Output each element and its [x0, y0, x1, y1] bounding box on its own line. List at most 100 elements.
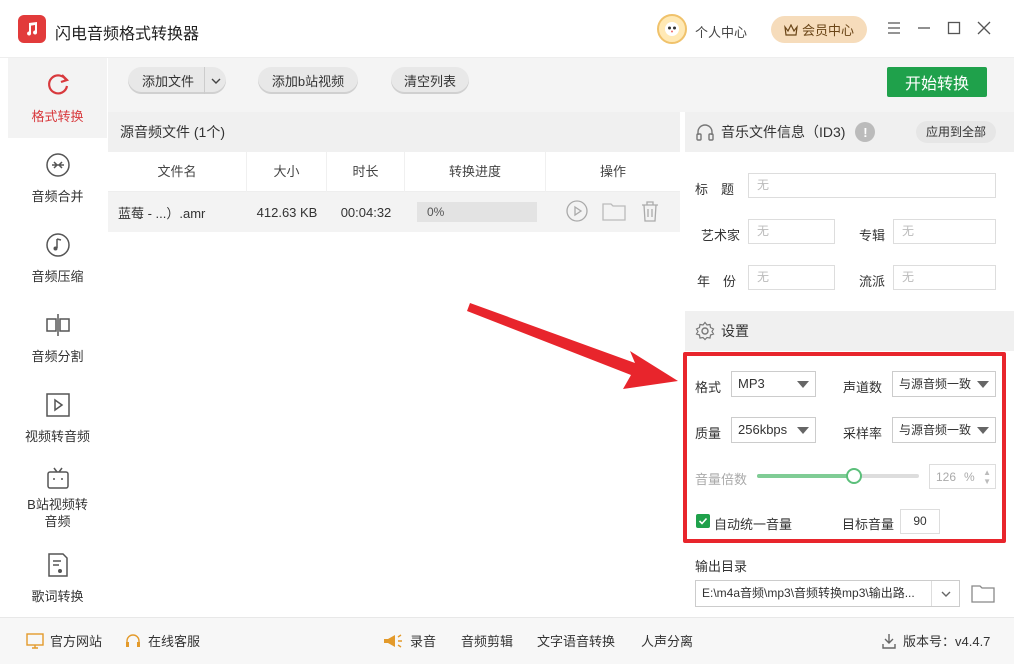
clear-list-button[interactable]: 清空列表	[391, 67, 469, 94]
sidebar-item-label: 音频分割	[31, 348, 84, 364]
lyrics-doc-icon	[45, 552, 71, 578]
sidebar-item-compress[interactable]: 音频压缩	[8, 218, 107, 298]
website-link[interactable]: 官方网站	[26, 631, 102, 650]
output-dir-select[interactable]: E:\m4a音频\mp3\音频转换mp3\输出路...	[695, 580, 960, 607]
output-dir-label: 输出目录	[695, 559, 748, 574]
record-label: 录音	[410, 634, 437, 649]
album-label: 专辑	[859, 228, 886, 243]
record-link[interactable]: 录音	[382, 631, 436, 650]
sidebar-item-label: 格式转换	[31, 108, 84, 124]
vip-center-button[interactable]: 会员中心	[771, 16, 867, 43]
artist-field[interactable]: 无	[748, 219, 835, 244]
sidebar-item-format-convert[interactable]: 格式转换	[8, 58, 107, 138]
sidebar-item-lyrics[interactable]: 歌词转换	[8, 538, 107, 618]
title-label: 标 题	[695, 182, 735, 197]
year-field[interactable]: 无	[748, 265, 835, 290]
close-icon[interactable]	[974, 18, 994, 38]
output-dir-value: E:\m4a音频\mp3\音频转换mp3\输出路...	[702, 586, 915, 600]
sidebar-item-label: B站视频转 音频	[27, 497, 88, 529]
artist-label: 艺术家	[701, 228, 741, 243]
row-duration: 00:04:32	[340, 204, 392, 220]
sidebar-item-merge[interactable]: 音频合并	[8, 138, 107, 218]
file-list-header: 源音频文件 (1个)	[108, 112, 680, 152]
version-label: 版本号：v4.4.7	[903, 634, 991, 649]
folder-icon[interactable]	[971, 583, 995, 606]
row-size: 412.63 KB	[256, 204, 318, 220]
music-note-icon	[45, 232, 71, 258]
vip-center-label: 会员中心	[801, 23, 854, 38]
add-file-label: 添加文件	[142, 74, 195, 89]
trash-icon[interactable]	[640, 200, 660, 225]
folder-icon[interactable]	[602, 201, 626, 224]
column-size: 大小	[247, 151, 327, 192]
audio-cut-label: 音频剪辑	[461, 634, 514, 649]
avatar[interactable]	[657, 14, 687, 44]
settings-title: 设置	[721, 323, 749, 339]
headphones-icon	[695, 122, 715, 142]
id3-header: 音乐文件信息（ID3) ! 应用到全部	[685, 112, 1014, 152]
version-info: 版本号：v4.4.7	[881, 631, 990, 650]
sidebar-item-bilibili[interactable]: B站视频转 音频	[8, 458, 107, 538]
add-bilibili-video-button[interactable]: 添加b站视频	[258, 67, 358, 94]
settings-header: 设置	[685, 311, 1014, 351]
menu-icon[interactable]	[884, 18, 904, 38]
add-file-button[interactable]: 添加文件	[128, 67, 226, 94]
column-filename: 文件名	[108, 151, 247, 192]
vocal-separation-link[interactable]: 人声分离	[641, 631, 693, 650]
megaphone-icon	[384, 633, 402, 648]
crown-icon	[784, 23, 798, 36]
arrow-annotation-icon	[467, 303, 678, 389]
column-actions: 操作	[599, 163, 626, 179]
tts-label: 文字语音转换	[537, 634, 616, 649]
row-progress: 0%	[405, 202, 546, 222]
user-center-link[interactable]: 个人中心	[695, 22, 747, 41]
chevron-down-icon[interactable]	[204, 67, 226, 94]
refresh-icon	[45, 72, 71, 98]
footer: 官方网站 在线客服 录音 音频剪辑 文字语音转换 人声分离 版本号：v4.4.7	[0, 617, 1014, 664]
album-field[interactable]: 无	[893, 219, 996, 244]
apply-all-button[interactable]: 应用到全部	[915, 121, 996, 143]
file-list-columns: 文件名 大小 时长 转换进度 操作	[108, 151, 680, 192]
column-progress: 转换进度	[405, 151, 546, 192]
progress-text: 0%	[427, 205, 445, 219]
highlight-box	[683, 352, 1006, 543]
title-bar: 闪电音频格式转换器 个人中心 会员中心	[0, 0, 1014, 58]
toolbar: 添加文件 添加b站视频 清空列表 开始转换	[108, 58, 1014, 112]
audio-cut-link[interactable]: 音频剪辑	[461, 631, 513, 650]
row-filename: 蓝莓 - ...）.amr	[118, 205, 206, 221]
download-icon	[882, 633, 896, 649]
sidebar-item-label: 视频转音频	[24, 428, 90, 444]
year-label: 年 份	[697, 274, 737, 289]
sidebar-item-label: 音频合并	[31, 188, 84, 204]
tts-link[interactable]: 文字语音转换	[537, 631, 615, 650]
title-field[interactable]: 无	[748, 173, 996, 198]
genre-label: 流派	[859, 274, 886, 289]
monitor-icon	[26, 632, 44, 649]
maximize-icon[interactable]	[944, 18, 964, 38]
row-actions	[546, 199, 680, 225]
table-row[interactable]: 蓝莓 - ...）.amr 412.63 KB 00:04:32 0%	[108, 192, 680, 232]
bilibili-tv-icon	[45, 466, 71, 492]
start-convert-button[interactable]: 开始转换	[887, 67, 987, 97]
website-label: 官方网站	[50, 634, 103, 649]
play-icon[interactable]	[566, 199, 588, 225]
sidebar-item-video-to-audio[interactable]: 视频转音频	[8, 378, 107, 458]
genre-field[interactable]: 无	[893, 265, 996, 290]
headset-icon	[126, 633, 140, 647]
sidebar-item-split[interactable]: 音频分割	[8, 298, 107, 378]
sidebar-item-label: 歌词转换	[31, 588, 84, 604]
gear-icon	[695, 321, 715, 341]
app-title: 闪电音频格式转换器	[55, 26, 200, 43]
info-icon[interactable]: !	[855, 122, 876, 142]
id3-title: 音乐文件信息（ID3)	[721, 124, 846, 140]
sidebar-item-label: 音频压缩	[31, 268, 84, 284]
video-play-icon	[45, 392, 71, 418]
app-logo-icon	[18, 15, 46, 43]
minimize-icon[interactable]	[914, 18, 934, 38]
support-link[interactable]: 在线客服	[124, 631, 200, 650]
column-duration: 时长	[327, 151, 405, 192]
support-label: 在线客服	[148, 634, 201, 649]
chevron-down-icon	[931, 581, 959, 606]
vocal-separation-label: 人声分离	[641, 634, 694, 649]
progress-bar: 0%	[417, 202, 537, 222]
